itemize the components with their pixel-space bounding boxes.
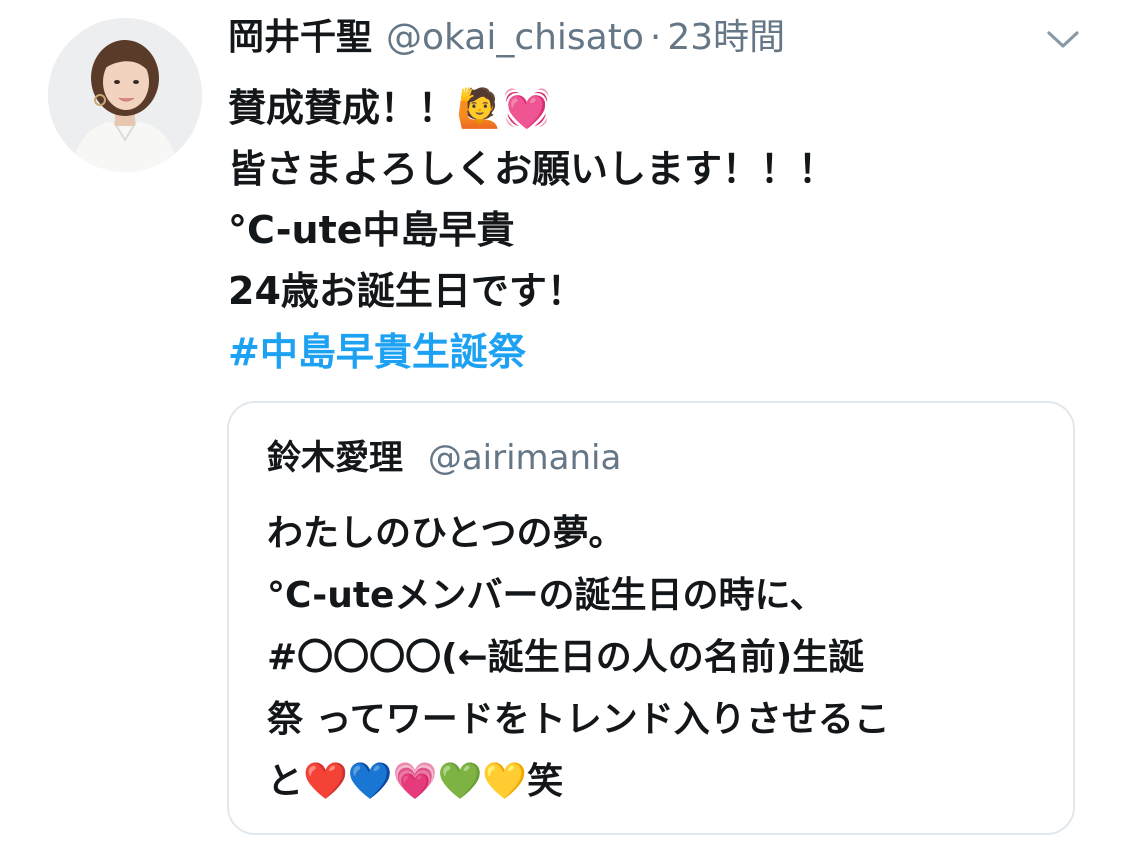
quoted-tweet-header: 鈴木愛理 @airimania <box>267 433 621 483</box>
quoted-text-line: 祭 ってワードをトレンド入りさせるこ <box>267 699 890 740</box>
quoted-tweet[interactable]: 鈴木愛理 @airimania わたしのひとつの夢。 °C-uteメンバーの誕生… <box>227 401 1075 835</box>
quoted-text-line: わたしのひとつの夢。 <box>267 513 625 554</box>
profile-photo-icon <box>48 18 202 172</box>
quoted-author-name: 鈴木愛理 <box>267 438 403 478</box>
header-separator: · <box>649 17 662 58</box>
tweet-timestamp[interactable]: 23時間 <box>667 10 785 66</box>
quoted-tweet-text: わたしのひとつの夢。 °C-uteメンバーの誕生日の時に、 #〇〇〇〇(←誕生日… <box>267 503 1057 813</box>
quoted-author-handle: @airimania <box>427 438 622 478</box>
author-handle[interactable]: @okai_chisato <box>386 10 644 66</box>
quoted-text-line: と❤️💙💗💚💛笑 <box>267 761 564 802</box>
quoted-text-line: #〇〇〇〇(←誕生日の人の名前)生誕 <box>267 637 865 678</box>
tweet-text-line: 24歳お誕生日です！ <box>228 269 585 313</box>
tweet-text-line: °C-ute中島早貴 <box>228 208 515 252</box>
hashtag-link[interactable]: #中島早貴生誕祭 <box>228 322 1088 383</box>
chevron-down-icon[interactable] <box>1044 24 1082 54</box>
avatar[interactable] <box>48 18 202 172</box>
quoted-text-line: °C-uteメンバーの誕生日の時に、 <box>267 575 826 616</box>
tweet[interactable]: 岡井千聖 @okai_chisato · 23時間 賛成賛成！！🙋💓 皆さまよろ… <box>0 0 1125 842</box>
tweet-header: 岡井千聖 @okai_chisato · 23時間 <box>228 10 785 66</box>
tweet-text: 賛成賛成！！🙋💓 皆さまよろしくお願いします！！！ °C-ute中島早貴 24歳… <box>228 78 1088 383</box>
tweet-text-line: 賛成賛成！！🙋💓 <box>228 86 551 130</box>
tweet-text-line: 皆さまよろしくお願いします！！！ <box>228 147 837 191</box>
author-name[interactable]: 岡井千聖 <box>228 10 372 66</box>
